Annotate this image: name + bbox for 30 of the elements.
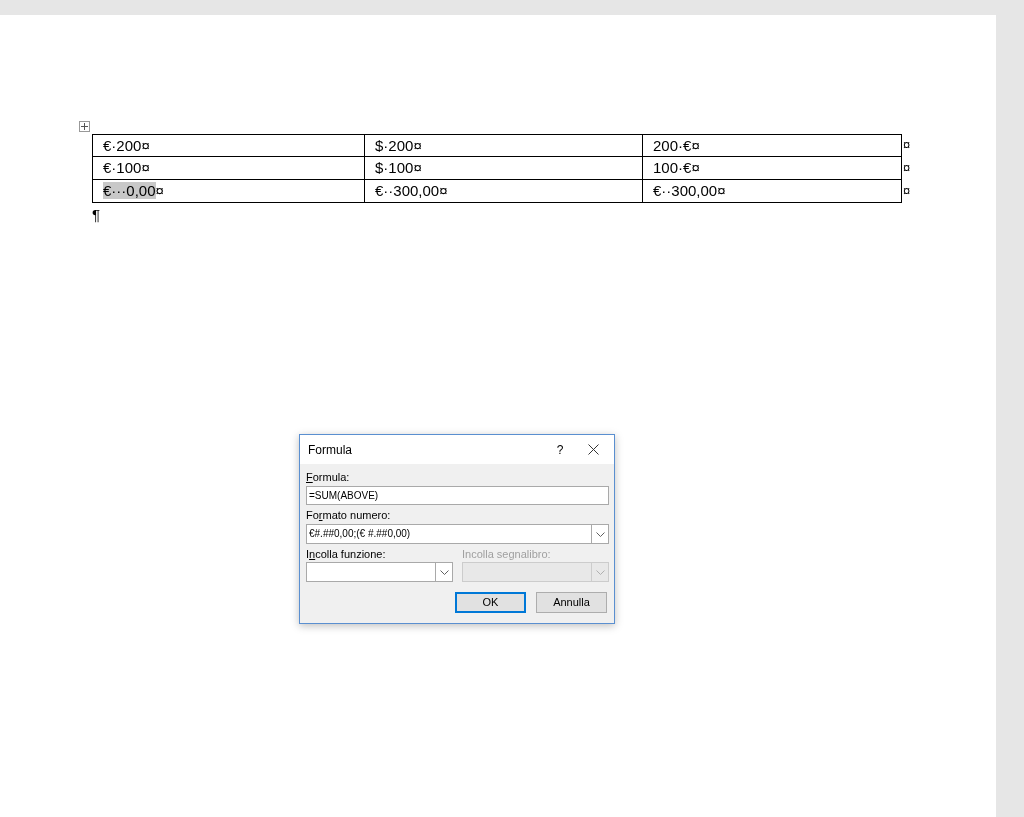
formula-input[interactable]: =SUM(ABOVE) (306, 486, 609, 505)
table-cell: $·100¤ (365, 157, 643, 180)
row-end-mark: ¤ (903, 159, 911, 177)
field-label: Incolla segnalibro: (462, 547, 551, 561)
dropdown-field[interactable]: €#.##0,00;(€ #.##0,00) (306, 524, 609, 544)
chevron-down-icon (595, 569, 605, 575)
help-button[interactable]: ? (548, 440, 572, 459)
table-cell: $·200¤ (365, 134, 643, 157)
dialog-button[interactable]: OK (455, 592, 526, 613)
field-label: Incolla funzione: (306, 547, 386, 561)
row-end-mark: ¤ (903, 182, 911, 200)
table-cell: €···0,00¤ (93, 180, 365, 203)
move-icon (81, 123, 88, 130)
field-label: Formula: (306, 470, 350, 484)
paragraph-mark: ¶ (92, 205, 101, 225)
table-cell: €·200¤ (93, 134, 365, 157)
table-cell: €··300,00¤ (365, 180, 643, 203)
table-cell: €··300,00¤ (643, 180, 902, 203)
row-end-mark: ¤ (903, 136, 911, 154)
close-icon (587, 444, 599, 455)
dialog-button[interactable]: Annulla (536, 592, 607, 613)
dropdown-field[interactable] (306, 562, 453, 582)
window-title: Formula (308, 441, 353, 459)
chevron-down-icon (439, 569, 449, 575)
table-cell: 200·€¤ (643, 134, 902, 157)
table-cell: €·100¤ (93, 157, 365, 180)
chevron-down-icon (595, 531, 605, 537)
table-cell: 100·€¤ (643, 157, 902, 180)
field-label: Formato numero: (306, 508, 391, 522)
table-move-handle[interactable] (79, 121, 90, 132)
